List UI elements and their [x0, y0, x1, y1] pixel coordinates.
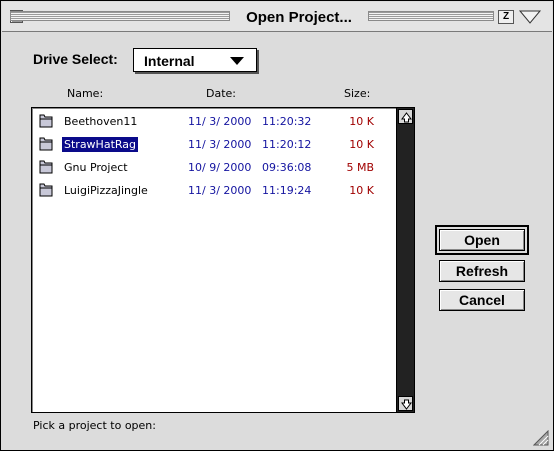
file-size: 10 K — [349, 115, 374, 128]
open-button[interactable]: Open — [435, 225, 529, 255]
file-name: Gnu Project — [64, 161, 128, 174]
file-name: LuigiPizzaJingle — [64, 184, 148, 197]
refresh-button[interactable]: Refresh — [439, 260, 525, 282]
title-stripes-right — [368, 11, 494, 21]
title-bar[interactable]: Open Project... Z — [2, 2, 552, 32]
window-title: Open Project... — [230, 9, 368, 26]
list-item[interactable]: Gnu Project 10/ 9/ 2000 09:36:08 5 MB — [32, 158, 392, 178]
folder-icon — [38, 136, 54, 152]
title-stripes-left — [10, 11, 230, 21]
scroll-up-arrow-icon[interactable] — [398, 109, 413, 124]
file-date: 11/ 3/ 2000 — [188, 138, 252, 151]
column-header-name: Name: — [67, 87, 104, 100]
folder-icon — [38, 182, 54, 198]
cancel-button[interactable]: Cancel — [439, 289, 525, 311]
list-item[interactable]: LuigiPizzaJingle 11/ 3/ 2000 11:19:24 10… — [32, 181, 392, 201]
collapse-box-icon[interactable] — [518, 10, 542, 24]
file-list[interactable]: Beethoven11 11/ 3/ 2000 11:20:32 10 K St… — [31, 107, 415, 413]
drive-select-label: Drive Select: — [33, 51, 118, 67]
file-date: 10/ 9/ 2000 — [188, 161, 252, 174]
file-name: Beethoven11 — [64, 115, 138, 128]
folder-icon — [38, 113, 54, 129]
open-project-dialog: Open Project... Z Drive Select: Internal… — [0, 0, 554, 451]
drive-select-popup[interactable]: Internal — [133, 48, 257, 72]
file-date: 11/ 3/ 2000 — [188, 184, 252, 197]
chevron-down-icon — [230, 57, 244, 65]
column-header-date: Date: — [206, 87, 236, 100]
file-size: 10 K — [349, 184, 374, 197]
column-header-size: Size: — [344, 87, 371, 100]
list-item-selected[interactable]: StrawHatRag 11/ 3/ 2000 11:20:12 10 K — [32, 135, 392, 155]
file-date: 11/ 3/ 2000 — [188, 115, 252, 128]
zoom-box[interactable]: Z — [498, 10, 514, 24]
file-time: 11:19:24 — [262, 184, 312, 197]
file-name: StrawHatRag — [62, 137, 139, 152]
vertical-scrollbar[interactable] — [396, 108, 414, 412]
resize-grip-icon[interactable] — [532, 429, 549, 446]
file-time: 09:36:08 — [262, 161, 312, 174]
file-size: 10 K — [349, 138, 374, 151]
list-item[interactable]: Beethoven11 11/ 3/ 2000 11:20:32 10 K — [32, 112, 392, 132]
status-text: Pick a project to open: — [33, 419, 156, 432]
file-time: 11:20:12 — [262, 138, 312, 151]
drive-select-value: Internal — [144, 53, 195, 69]
scroll-down-arrow-icon[interactable] — [398, 396, 413, 411]
file-size: 5 MB — [346, 161, 374, 174]
file-time: 11:20:32 — [262, 115, 312, 128]
folder-icon — [38, 159, 54, 175]
